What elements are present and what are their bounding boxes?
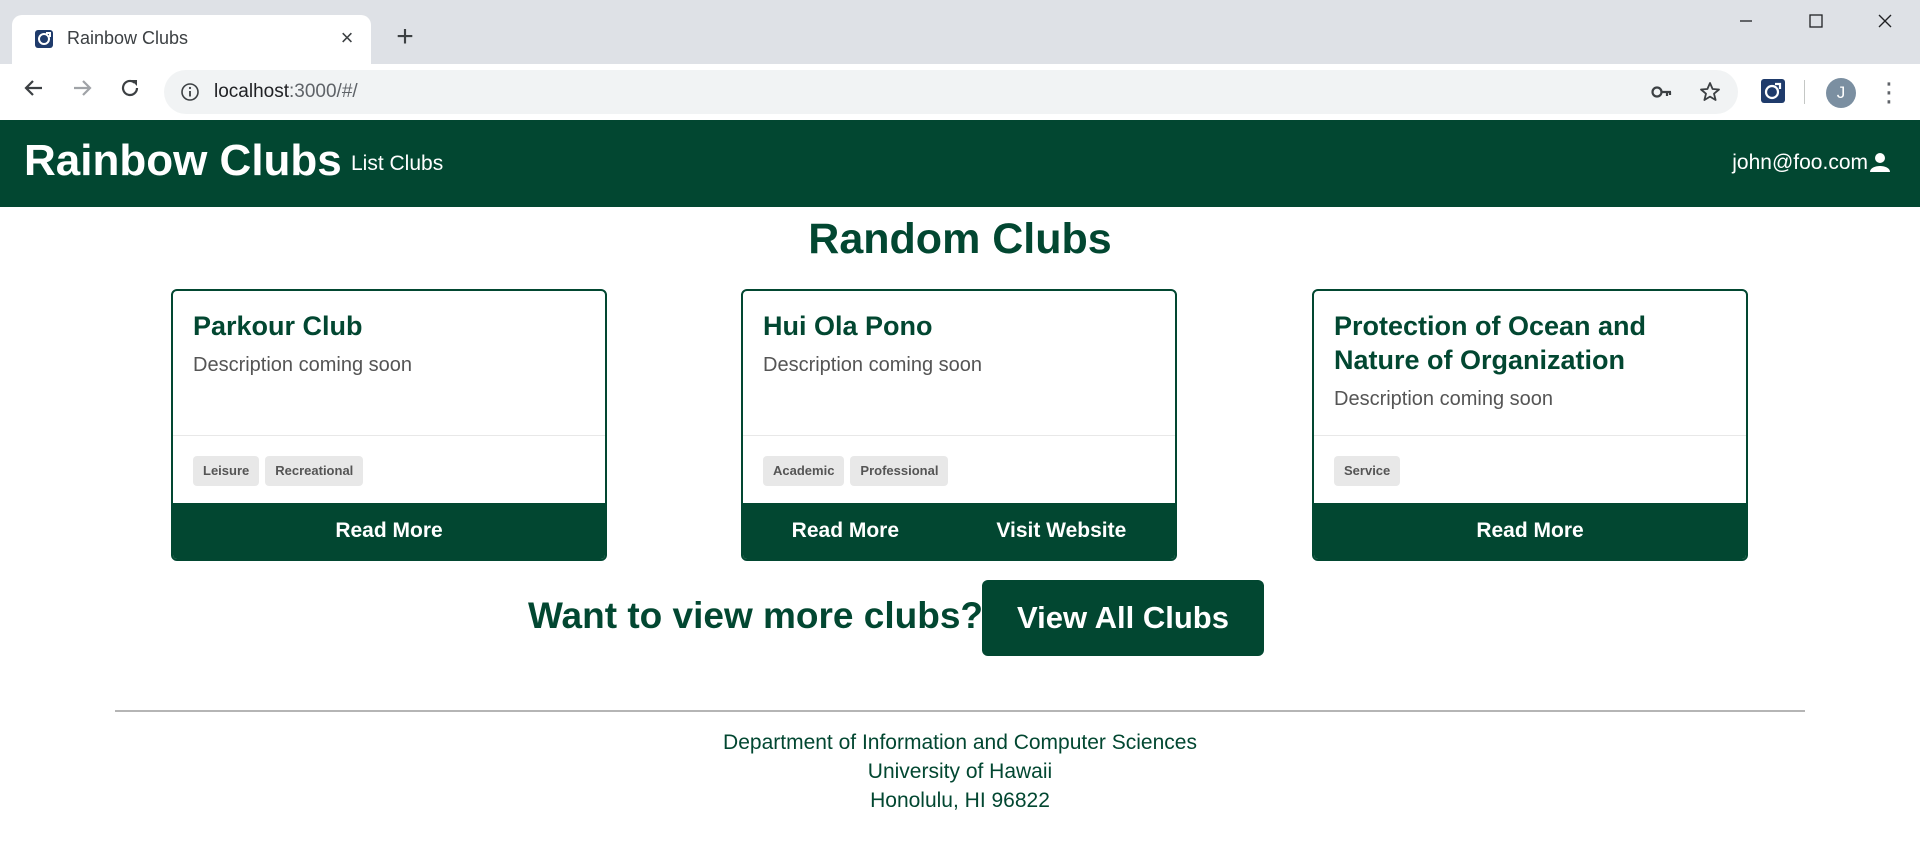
tab-title: Rainbow Clubs <box>67 28 189 48</box>
card-divider <box>173 435 605 436</box>
browser-menu-icon[interactable]: ⋮ <box>1876 78 1902 108</box>
club-name: Protection of Ocean and Nature of Organi… <box>1334 311 1647 375</box>
url-text: localhost:3000/#/ <box>214 81 358 103</box>
address-bar[interactable]: localhost:3000/#/ <box>164 70 1738 114</box>
site-favicon-icon <box>35 30 53 48</box>
window-close-icon[interactable] <box>1862 8 1908 38</box>
forward-arrow-icon[interactable] <box>66 76 98 108</box>
club-tag: Service <box>1334 456 1401 486</box>
user-icon <box>1870 153 1890 172</box>
read-more-button[interactable]: Read More <box>792 519 899 543</box>
club-description: Description coming soon <box>763 354 982 376</box>
tab-close-icon[interactable]: × <box>335 26 359 50</box>
brand-logo[interactable]: Rainbow Clubs <box>24 136 342 186</box>
club-name: Hui Ola Pono <box>763 311 933 341</box>
toolbar-separator <box>1804 80 1805 104</box>
maximize-icon[interactable] <box>1793 8 1839 38</box>
club-tags: Leisure Recreational <box>193 456 369 486</box>
footer-address: Honolulu, HI 96822 <box>870 789 1050 812</box>
club-tags: Service <box>1334 456 1406 486</box>
read-more-button[interactable]: Read More <box>1476 519 1583 543</box>
site-info-icon[interactable] <box>180 82 200 102</box>
bookmark-star-icon[interactable] <box>1698 80 1722 104</box>
club-tag: Recreational <box>265 456 364 486</box>
page-footer: Department of Information and Computer S… <box>0 728 1920 815</box>
club-card: Hui Ola Pono Description coming soon Aca… <box>741 289 1177 561</box>
extension-icon[interactable] <box>1760 78 1786 104</box>
browser-toolbar: localhost:3000/#/ J ⋮ <box>0 64 1920 120</box>
card-divider <box>1314 435 1746 436</box>
card-footer: Read More <box>1314 503 1746 559</box>
club-tag: Leisure <box>193 456 260 486</box>
user-menu[interactable]: john@foo.com <box>1732 151 1890 175</box>
club-card: Protection of Ocean and Nature of Organi… <box>1312 289 1748 561</box>
footer-department: Department of Information and Computer S… <box>723 731 1197 754</box>
footer-university: University of Hawaii <box>867 760 1053 783</box>
page-title: Random Clubs <box>808 215 1112 263</box>
reload-icon[interactable] <box>114 76 146 108</box>
read-more-button[interactable]: Read More <box>335 519 442 543</box>
visit-website-button[interactable]: Visit Website <box>996 519 1126 543</box>
new-tab-icon[interactable]: + <box>391 22 419 52</box>
club-description: Description coming soon <box>1334 388 1553 410</box>
browser-tab[interactable]: Rainbow Clubs × <box>12 15 371 64</box>
club-tag: Professional <box>850 456 949 486</box>
minimize-icon[interactable] <box>1723 8 1769 38</box>
club-name: Parkour Club <box>193 311 363 341</box>
app-navbar: Rainbow Clubs List Clubs john@foo.com <box>0 120 1920 207</box>
nav-link-list-clubs[interactable]: List Clubs <box>351 152 443 176</box>
view-all-clubs-button[interactable]: View All Clubs <box>982 580 1264 656</box>
back-arrow-icon[interactable] <box>18 76 50 108</box>
user-email: john@foo.com <box>1732 151 1868 174</box>
club-tags: Academic Professional <box>763 456 954 486</box>
card-divider <box>743 435 1175 436</box>
view-more-prompt: Want to view more clubs? <box>528 595 984 636</box>
browser-tabstrip: Rainbow Clubs × + <box>0 0 1920 64</box>
profile-avatar[interactable]: J <box>1826 78 1856 108</box>
card-footer: Read More Visit Website <box>743 503 1175 559</box>
card-footer: Read More <box>173 503 605 559</box>
url-host: localhost <box>214 81 289 102</box>
url-path: :3000/#/ <box>289 81 358 102</box>
club-card: Parkour Club Description coming soon Lei… <box>171 289 607 561</box>
club-description: Description coming soon <box>193 354 412 376</box>
key-icon[interactable] <box>1650 80 1674 104</box>
footer-divider <box>115 710 1805 712</box>
club-tag: Academic <box>763 456 845 486</box>
